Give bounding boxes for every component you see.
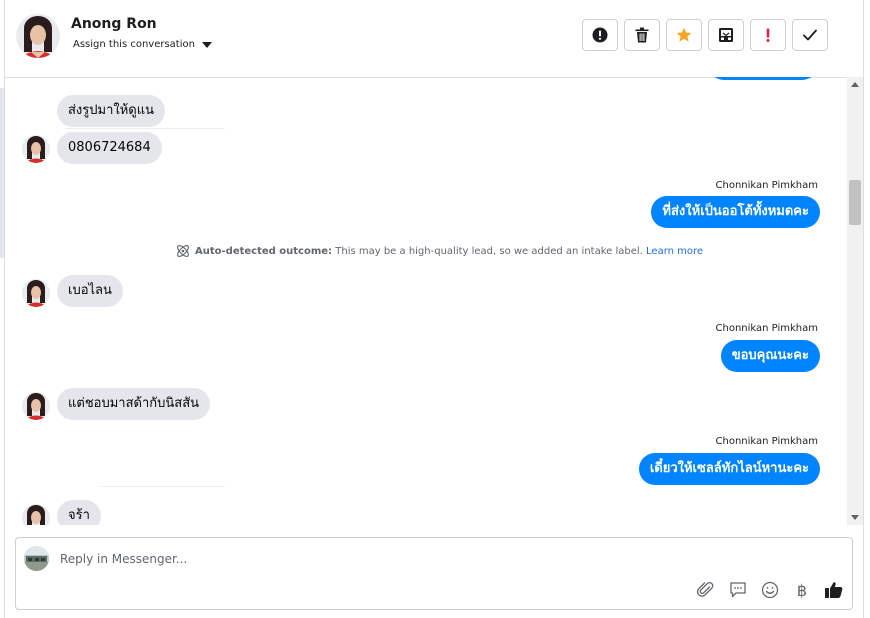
mark-spam-button[interactable] <box>582 19 618 51</box>
reply-composer: ฿ <box>15 537 853 610</box>
assign-label: Assign this conversation <box>73 39 195 50</box>
speech-bubble-icon <box>730 582 746 598</box>
conversation-toolbar <box>582 19 828 51</box>
mark-done-button[interactable] <box>792 19 828 51</box>
page-avatar <box>24 546 49 571</box>
attach-file-button[interactable] <box>696 580 716 600</box>
move-to-inbox-button[interactable] <box>708 19 744 51</box>
contact-avatar-small[interactable] <box>22 504 50 525</box>
send-like-button[interactable] <box>824 580 844 600</box>
conversation-header: Anong Ron Assign this conversation <box>5 0 863 78</box>
outgoing-message: ขอบคุณนะคะ <box>720 340 820 372</box>
message-separator <box>65 128 225 129</box>
message-separator <box>100 486 225 487</box>
payment-button[interactable]: ฿ <box>792 580 812 600</box>
incoming-message: เบอไลน <box>57 275 123 307</box>
assign-conversation-dropdown[interactable]: Assign this conversation <box>73 39 212 50</box>
contact-avatar[interactable] <box>16 14 60 58</box>
contact-avatar-small[interactable] <box>22 392 50 420</box>
incoming-message: แต่ชอบมาสด้ากับนิสสัน <box>57 388 211 420</box>
thread-scrollbar[interactable] <box>847 77 863 525</box>
smiley-icon <box>761 581 779 599</box>
notice-text: This may be a high-quality lead, so we a… <box>335 245 643 257</box>
paperclip-icon <box>697 582 714 597</box>
check-icon <box>803 29 817 41</box>
caret-down-icon <box>201 41 212 48</box>
notice-bold: Auto-detected outcome: <box>195 245 333 257</box>
composer-tools: ฿ <box>696 580 844 600</box>
message-thread[interactable]: ส่งรูปมาให้ดูแน 0806724684 Chonnikan Pim… <box>5 77 847 525</box>
atom-icon <box>177 245 189 257</box>
incoming-message: 0806724684 <box>57 132 162 164</box>
emoji-button[interactable] <box>760 580 780 600</box>
thumbs-up-icon <box>825 582 843 598</box>
sender-name: Chonnikan Pimkham <box>715 323 818 334</box>
incoming-message: จร้า <box>57 500 101 525</box>
contact-name[interactable]: Anong Ron <box>71 16 157 32</box>
delete-button[interactable] <box>624 19 660 51</box>
scroll-up-arrow-icon[interactable] <box>851 82 859 87</box>
star-button[interactable] <box>666 19 702 51</box>
sender-name: Chonnikan Pimkham <box>715 436 818 447</box>
learn-more-link[interactable]: Learn more <box>646 246 703 257</box>
contact-avatar-small[interactable] <box>22 135 50 163</box>
scroll-down-arrow-icon[interactable] <box>851 515 859 520</box>
contact-avatar-small[interactable] <box>22 279 50 307</box>
scrollbar-thumb[interactable] <box>849 180 861 225</box>
auto-detected-outcome-notice: Auto-detected outcome: This may be a hig… <box>175 243 703 259</box>
left-panel-scrollbar[interactable] <box>0 88 4 258</box>
star-icon <box>676 27 692 42</box>
exclamation-icon <box>766 28 770 42</box>
incoming-message: ส่งรูปมาให้ดูแน <box>57 95 166 127</box>
outgoing-message: เดี๋ยวให้เซลล์ทักไลน์หานะคะ <box>638 453 820 485</box>
outgoing-message-partial <box>708 77 818 80</box>
alert-circle-icon <box>592 27 608 43</box>
trash-icon <box>635 27 649 43</box>
saved-replies-button[interactable] <box>728 580 748 600</box>
sender-name: Chonnikan Pimkham <box>715 180 818 191</box>
mark-important-button[interactable] <box>750 19 786 51</box>
reply-input[interactable] <box>60 550 660 568</box>
inbox-icon <box>719 28 733 42</box>
outgoing-message: ที่ส่งให้เป็นออโต้ทั้งหมดคะ <box>651 196 820 228</box>
baht-icon: ฿ <box>796 580 808 600</box>
